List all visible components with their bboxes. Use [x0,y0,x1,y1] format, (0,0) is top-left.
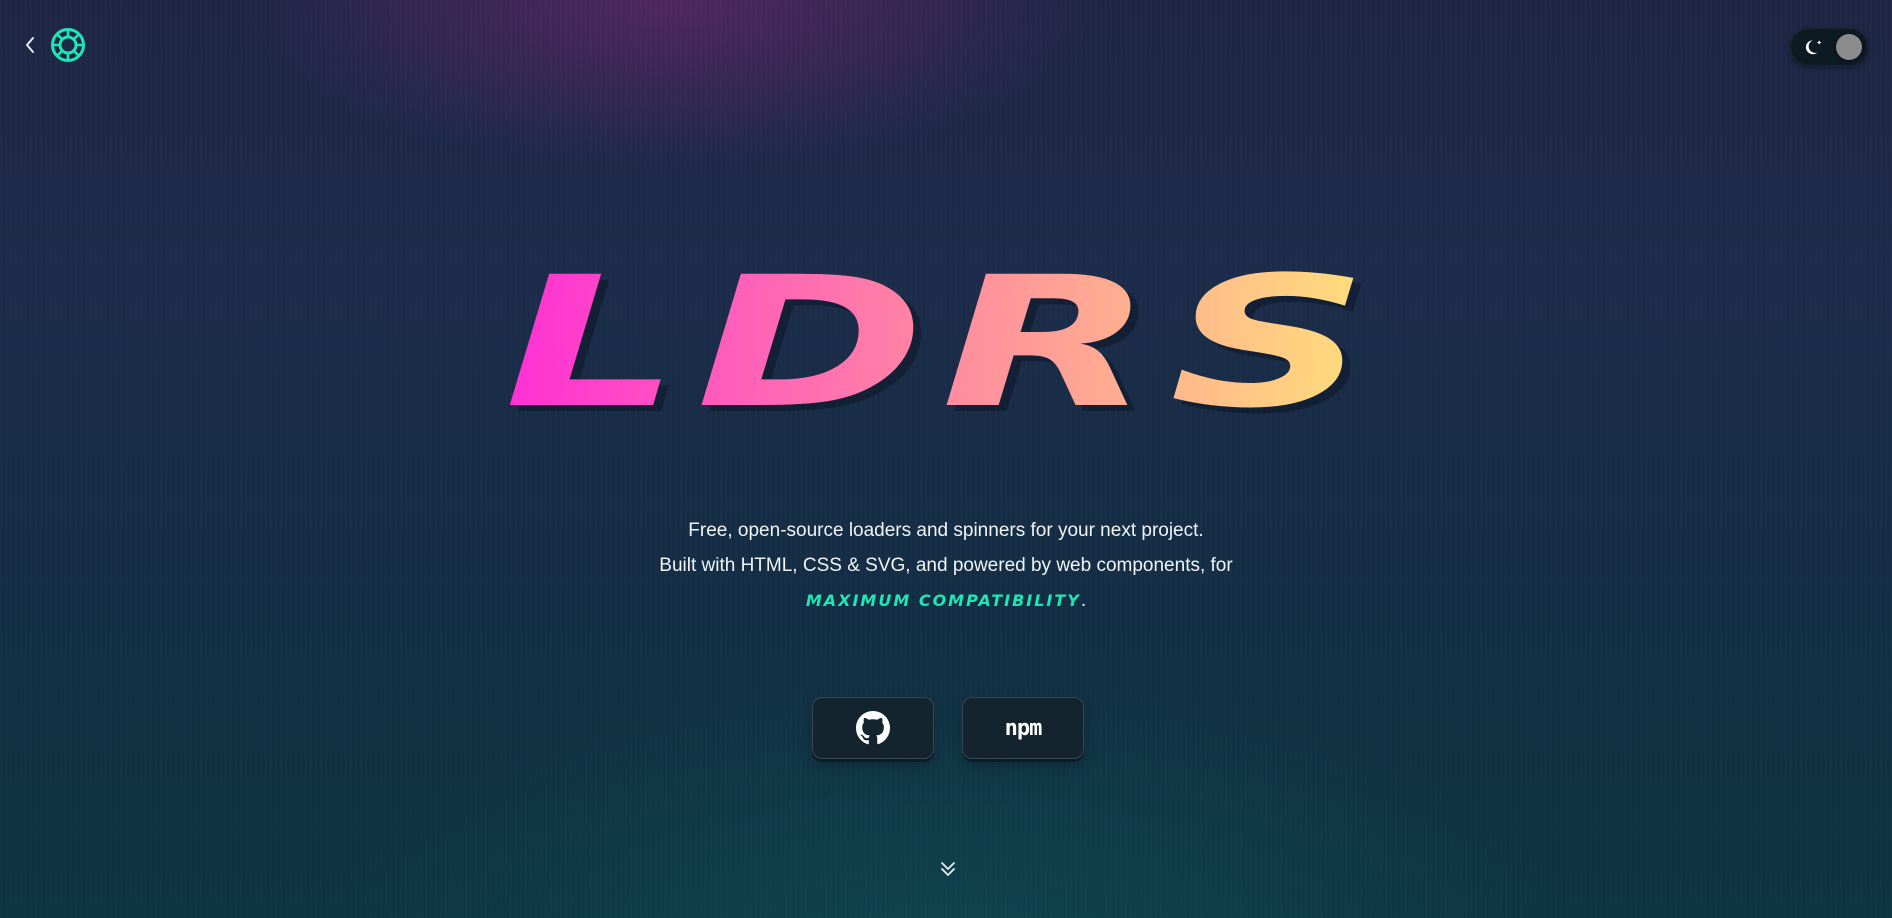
back-button[interactable] [20,34,40,56]
toggle-knob [1836,34,1862,60]
moon-icon [1805,40,1822,55]
tagline-line-3: maximum compatibility. [596,583,1296,618]
npm-logo: npm [1004,715,1043,741]
github-button[interactable] [812,697,934,759]
tagline-period: . [1080,590,1087,611]
github-icon [856,711,890,745]
tagline-line-1: Free, open-source loaders and spinners f… [688,520,1204,541]
tagline-highlight: maximum compatibility [805,591,1081,610]
double-chevron-down-icon[interactable] [937,858,959,880]
npm-button[interactable]: npm [962,697,1084,759]
chevron-left-icon [26,37,34,53]
tagline: Free, open-source loaders and spinners f… [596,513,1296,618]
tagline-line-2: Built with HTML, CSS & SVG, and powered … [659,555,1233,576]
spinner-wheel-icon[interactable] [50,27,86,63]
hero-title-text: LDRS [504,255,1384,425]
theme-toggle[interactable] [1790,28,1868,66]
hero-title: LDRS LDRS [504,255,1384,425]
